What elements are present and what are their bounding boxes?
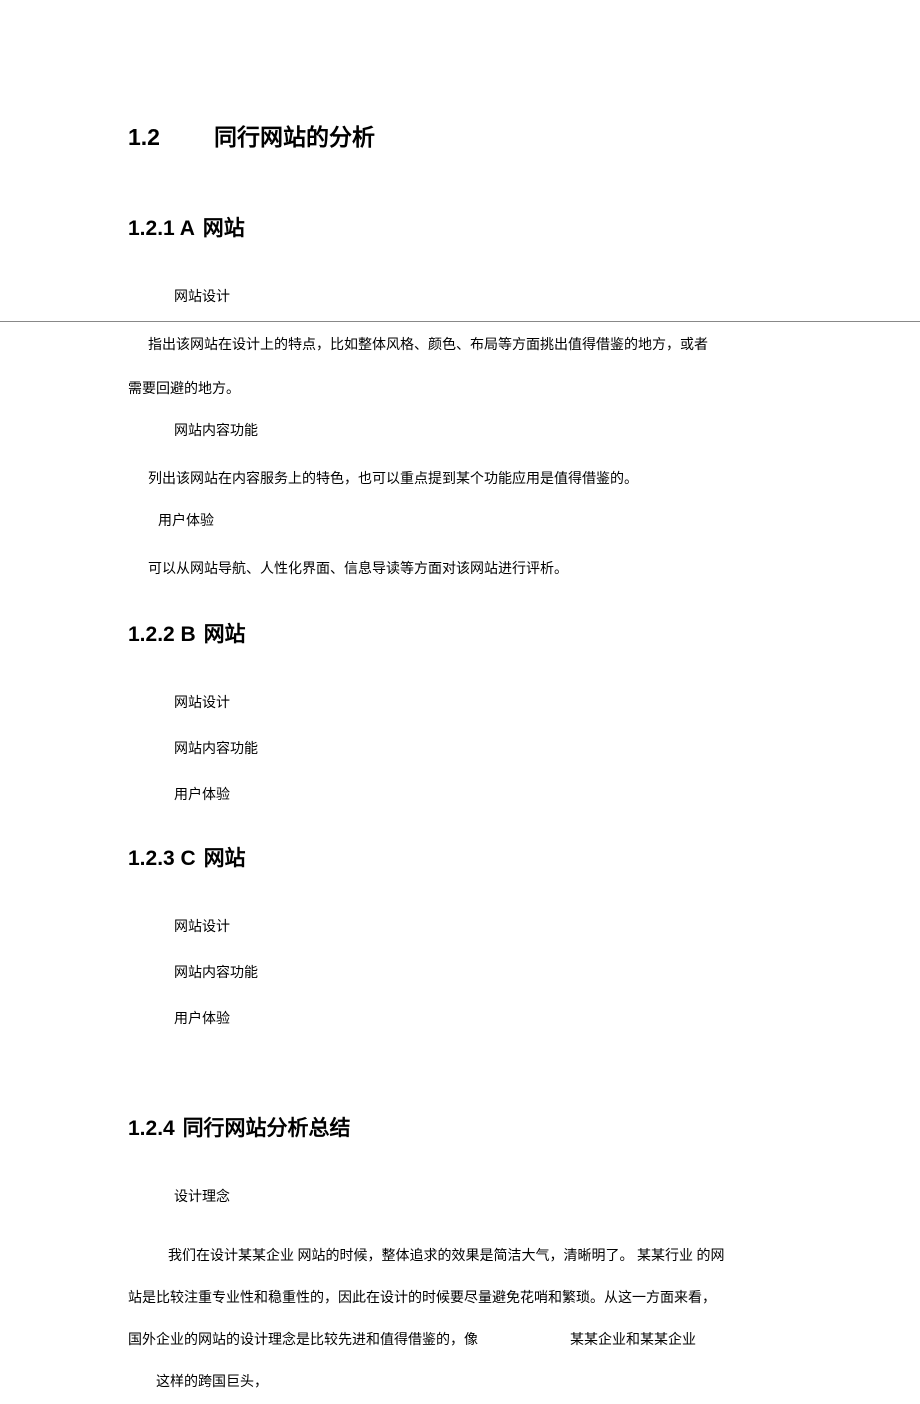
heading-number: 1.2.4 <box>128 1117 175 1140</box>
heading-1-2: 1.2同行网站的分析 <box>128 118 800 152</box>
body-paragraph-split: 国外企业的网站的设计理念是比较先进和值得借鉴的，像 某某企业和某某企业这样的跨国巨… <box>128 1320 800 1404</box>
body-text: 指出该网站在设计上的特点，比如整体风格、颜色、布局等方面挑出值得借鉴的地方，或者 <box>148 330 800 362</box>
heading-1-2-3: 1.2.3 C 网站 <box>128 842 800 872</box>
heading-text: 网站 <box>204 847 246 870</box>
heading-number: 1.2.1 A <box>128 217 195 240</box>
subheading-function: 网站内容功能 <box>174 960 800 988</box>
heading-text: 网站 <box>203 217 245 240</box>
subheading-design: 网站设计 <box>174 690 800 718</box>
body-text: 列出该网站在内容服务上的特色，也可以重点提到某个功能应用是值得借鉴的。 <box>148 464 800 496</box>
heading-text: 网站 <box>204 623 246 646</box>
run-right: 这样的跨国巨头， <box>156 1362 268 1404</box>
heading-text: 同行网站分析总结 <box>183 1117 351 1140</box>
subheading-design: 网站设计 <box>174 914 800 942</box>
subheading-function: 网站内容功能 <box>174 736 800 764</box>
subheading-concept: 设计理念 <box>174 1184 800 1212</box>
run-mid: 某某企业和某某企业 <box>570 1320 696 1362</box>
subheading-function: 网站内容功能 <box>174 418 800 446</box>
document-page: 1.2同行网站的分析 1.2.1 A 网站 网站设计 指出该网站在设计上的特点，… <box>0 0 920 1404</box>
body-text: 可以从网站导航、人性化界面、信息导读等方面对该网站进行评析。 <box>148 554 800 586</box>
subheading-ux: 用户体验 <box>174 1006 800 1034</box>
heading-1-2-4: 1.2.4 同行网站分析总结 <box>128 1112 800 1142</box>
heading-number: 1.2.3 C <box>128 847 196 870</box>
heading-number: 1.2 <box>128 124 214 151</box>
body-text: 需要回避的地方。 <box>128 374 800 406</box>
body-paragraph: 我们在设计某某企业 网站的时候，整体追求的效果是简洁大气，清晰明了。 某某行业 … <box>128 1236 800 1278</box>
horizontal-divider <box>0 321 920 322</box>
heading-number: 1.2.2 B <box>128 623 196 646</box>
subheading-ux: 用户体验 <box>174 782 800 810</box>
subheading-design: 网站设计 <box>174 284 800 312</box>
heading-1-2-2: 1.2.2 B 网站 <box>128 618 800 648</box>
heading-1-2-1: 1.2.1 A 网站 <box>128 212 800 242</box>
run-left: 国外企业的网站的设计理念是比较先进和值得借鉴的，像 <box>128 1333 478 1348</box>
subheading-ux: 用户体验 <box>158 508 800 536</box>
heading-text: 同行网站的分析 <box>214 124 375 150</box>
body-paragraph: 站是比较注重专业性和稳重性的，因此在设计的时候要尽量避免花哨和繁琐。从这一方面来… <box>128 1278 800 1320</box>
